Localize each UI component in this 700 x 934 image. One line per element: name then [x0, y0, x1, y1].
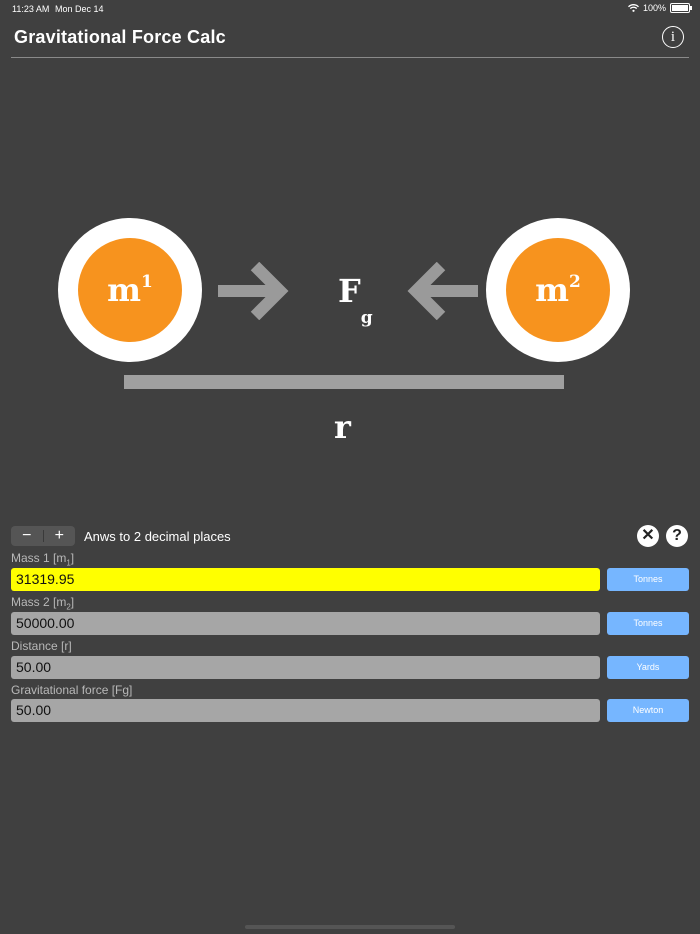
mass2-input[interactable]: 50000.00 — [11, 612, 600, 635]
mass1-label: m1 — [107, 271, 153, 309]
force-sub: g — [360, 308, 373, 329]
decimal-places-text: Anws to 2 decimal places — [84, 529, 231, 544]
force-label: Fg — [338, 272, 373, 328]
status-right: 100% — [628, 3, 692, 13]
mass2-label-end: ] — [70, 595, 75, 609]
nav-divider — [11, 57, 689, 58]
force-field-label: Gravitational force [Fg] — [11, 683, 132, 699]
distance-bar — [124, 375, 564, 389]
help-button[interactable]: ? — [666, 525, 688, 547]
distance-label: r — [334, 408, 351, 446]
mass1-sup: 1 — [141, 272, 153, 292]
mass2-label-text: Mass 2 [m — [11, 595, 67, 609]
mass2-core: m2 — [506, 238, 610, 342]
decimal-stepper: − + — [11, 526, 75, 546]
arrow-right-icon — [218, 262, 289, 320]
status-bar: 11:23 AM Mon Dec 14 100% — [0, 0, 700, 18]
nav-bar: Gravitational Force Calc i — [0, 24, 700, 58]
mass2-unit-button[interactable]: Tonnes — [607, 612, 689, 635]
mass1-label-text: Mass 1 [m — [11, 551, 67, 565]
force-input[interactable]: 50.00 — [11, 699, 600, 722]
page-title: Gravitational Force Calc — [14, 27, 226, 47]
distance-input[interactable]: 50.00 — [11, 656, 600, 679]
mass2-base: m — [535, 271, 569, 309]
mass2-field-label: Mass 2 [m2] — [11, 595, 74, 611]
increment-button[interactable]: + — [44, 526, 76, 546]
wifi-icon — [628, 4, 639, 12]
mass1-field-label: Mass 1 [m1] — [11, 551, 74, 567]
distance-field-label: Distance [r] — [11, 639, 72, 655]
clear-button[interactable]: ✕ — [637, 525, 659, 547]
mass1-core: m1 — [78, 238, 182, 342]
force-base: F — [338, 272, 361, 310]
arrow-left-icon — [407, 262, 478, 320]
battery-percent: 100% — [642, 3, 666, 13]
mass1-circle: m1 — [58, 218, 202, 362]
distance-unit-button[interactable]: Yards — [607, 656, 689, 679]
home-indicator — [245, 925, 455, 929]
force-label-text: Gravitational force [Fg] — [11, 683, 133, 697]
force-unit-button[interactable]: Newton — [607, 699, 689, 722]
distance-label-text: Distance [r] — [11, 639, 72, 653]
mass2-circle: m2 — [486, 218, 630, 362]
mass1-unit-button[interactable]: Tonnes — [607, 568, 689, 591]
mass2-sup: 2 — [569, 272, 581, 292]
status-date: Mon Dec 14 — [55, 4, 104, 14]
mass1-base: m — [107, 271, 141, 309]
status-time: 11:23 AM — [12, 4, 50, 14]
mass1-label-end: ] — [70, 551, 75, 565]
info-icon[interactable]: i — [662, 26, 684, 48]
battery-icon — [670, 3, 692, 13]
gravity-diagram: m1 Fg m2 r — [0, 210, 700, 470]
decrement-button[interactable]: − — [11, 526, 43, 546]
mass2-label: m2 — [535, 271, 581, 309]
mass1-input[interactable]: 31319.95 — [11, 568, 600, 591]
